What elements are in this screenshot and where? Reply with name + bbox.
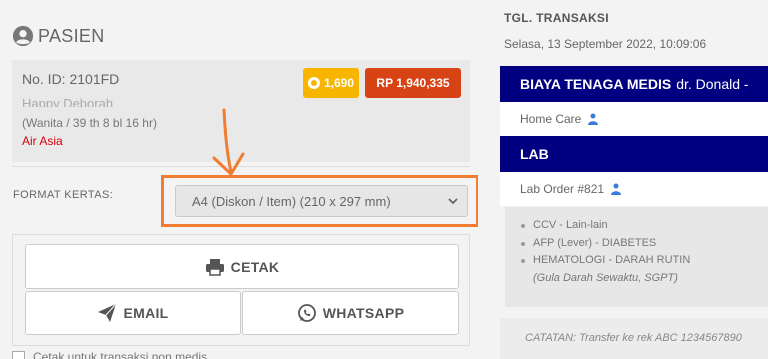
balance-value: RP 1,940,335 [376,76,450,90]
lab-order-row: Lab Order #821 [500,172,768,206]
list-item: CCV - Lain-lain [519,217,768,235]
right-panel: TGL. TRANSAKSI Selasa, 13 September 2022… [478,0,768,359]
whatsapp-button[interactable]: WHATSAPP [242,291,459,335]
checkbox[interactable] [12,350,25,359]
non-medical-checkbox-label: Cetak untuk transaksi non medis [33,350,208,359]
printer-icon [205,258,224,276]
paper-format-label: FORMAT KERTAS: [13,189,114,201]
chevron-down-icon [448,198,458,205]
coin-icon [307,77,320,89]
paper-format-value: A4 (Diskon / Item) (210 x 297 mm) [192,193,391,209]
points-badge: 1,690 [303,68,359,98]
balance-badge: RP 1,940,335 [365,68,461,98]
doctor-icon [611,183,622,195]
lab-items-list: CCV - Lain-lain AFP (Lever) - DIABETES H… [519,217,768,270]
transaction-date-label: TGL. TRANSAKSI [504,11,609,25]
lab-items-box: CCV - Lain-lain AFP (Lever) - DIABETES H… [505,207,768,307]
non-medical-checkbox-row[interactable]: Cetak untuk transaksi non medis [12,350,207,359]
action-buttons-panel: CETAK EMAIL WHATSAPP [12,234,470,346]
annotation-arrow-icon [212,108,245,176]
paper-format-select[interactable]: A4 (Diskon / Item) (210 x 297 mm) [175,185,468,217]
patient-header: PASIEN [12,24,105,48]
lab-title: LAB [520,146,549,162]
transaction-date-value: Selasa, 13 September 2022, 10:09:06 [504,37,707,51]
whatsapp-icon [297,304,316,322]
patient-name: Happy Deborah [22,96,114,107]
medical-fee-doctor: dr. Donald - [676,76,749,92]
lab-item-note: (Gula Darah Sewaktu, SGPT) [533,271,678,284]
list-item: HEMATOLOGI - DARAH RUTIN [519,252,768,270]
patient-demographics: (Wanita / 39 th 8 bl 16 hr) [22,116,157,130]
medical-fee-header: BIAYA TENAGA MEDIS dr. Donald - [500,66,768,102]
doctor-icon [588,113,599,125]
transaction-note: CATATAN: Transfer ke rek ABC 1234567890 [525,332,742,344]
lab-order-label: Lab Order #821 [520,182,605,196]
patient-id: No. ID: 2101FD [22,71,120,87]
patient-payer: Air Asia [22,134,63,148]
list-item: AFP (Lever) - DIABETES [519,235,768,253]
points-value: 1,690 [323,76,355,90]
home-care-label: Home Care [520,112,582,126]
whatsapp-button-label: WHATSAPP [322,305,405,321]
lab-header: LAB [500,136,768,172]
medical-fee-title: BIAYA TENAGA MEDIS [520,76,672,92]
print-button[interactable]: CETAK [25,244,459,289]
email-button[interactable]: EMAIL [25,291,241,335]
email-button-label: EMAIL [123,305,169,321]
print-button-label: CETAK [230,258,280,275]
home-care-row: Home Care [500,102,768,136]
user-circle-icon [12,25,34,47]
paper-plane-icon [98,303,117,322]
patient-section-title: PASIEN [38,25,105,46]
left-panel: PASIEN No. ID: 2101FD Happy Deborah (Wan… [0,0,479,359]
